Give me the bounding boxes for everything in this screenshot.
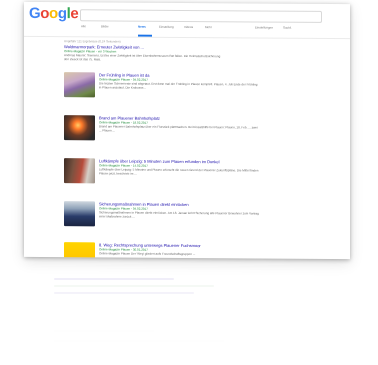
- result-item: Der Frühling in Plauen ist da Online-Mag…: [64, 72, 334, 102]
- tab-mehr[interactable]: Mehr: [205, 24, 212, 30]
- result-item: Sicherungsmaßnahmen in Plauen direkt ein…: [64, 201, 334, 231]
- result-thumbnail-image[interactable]: [64, 158, 95, 184]
- header: Google Alle Bilder News Einstellung Vide…: [24, 2, 350, 38]
- tab-suchfilter[interactable]: Suchf.: [283, 25, 292, 31]
- result-stats: Ungefähr 111 Ergebnisse (0,24 Sekunden): [64, 39, 121, 44]
- result-snippet: Die letzten Schneereste sind abgetaut. E…: [99, 81, 258, 90]
- search-input[interactable]: [80, 9, 322, 23]
- logo-letter: G: [29, 4, 41, 22]
- google-logo[interactable]: Google: [29, 5, 78, 22]
- result-thumbnail-image[interactable]: [64, 115, 95, 141]
- result-thumbnail-image[interactable]: [64, 72, 95, 98]
- tab-alle[interactable]: Alle: [81, 23, 86, 29]
- tab-einstellungen[interactable]: Einstellungen: [255, 24, 273, 30]
- reflection-fade: [24, 270, 350, 365]
- result-snippet: Andreas Maurer; Siemens. Erstes einer Zw…: [64, 53, 221, 62]
- result-item: Brand am Plauener Bahnhofsplatz Online-M…: [64, 115, 334, 145]
- logo-letter: o: [49, 5, 58, 23]
- result-snippet: Sicherungsmaßnahmen in Plauen direkt ein…: [99, 210, 259, 219]
- logo-letter: e: [70, 5, 79, 23]
- page-reflection: [24, 270, 350, 365]
- result-item: Luftkämpfe über Leipzig: 5 Minuten zum P…: [64, 158, 334, 188]
- result-item: Waldmarmorpark: Erneuter Zwistigkeit von…: [64, 44, 334, 68]
- result-snippet: Online-Magazin Plauen Der 'Weg' gliedert…: [99, 251, 196, 257]
- tab-bilder[interactable]: Bilder: [101, 23, 109, 29]
- result-thumbnail-image[interactable]: [64, 201, 95, 227]
- logo-letter: g: [57, 5, 67, 23]
- tab-videos[interactable]: Videos: [184, 24, 193, 30]
- tabs: Alle Bilder News Einstellung Videos Mehr…: [79, 23, 349, 37]
- tab-news[interactable]: News: [138, 24, 146, 30]
- result-snippet: Luftkämpfe über Leipzig: 5 Minuten und P…: [99, 167, 259, 176]
- search-results-page: Google Alle Bilder News Einstellung Vide…: [24, 1, 350, 260]
- tab-einstellung[interactable]: Einstellung: [159, 24, 174, 30]
- logo-letter: o: [40, 4, 50, 23]
- result-snippet: Brand am Plauener Bahnhofsplatz über ein…: [99, 124, 258, 133]
- result-item: 8. Weg: Rechtsprechung unterwegs Plauene…: [64, 242, 334, 260]
- result-thumbnail-image[interactable]: [64, 242, 95, 260]
